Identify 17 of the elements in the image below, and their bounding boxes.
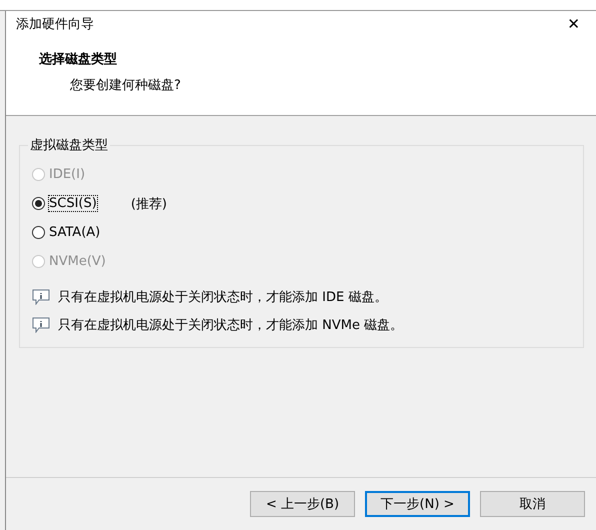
- window-title: 添加硬件向导: [16, 16, 94, 32]
- page-title: 选择磁盘类型: [39, 51, 118, 68]
- info-icon: [32, 317, 50, 333]
- radio-button[interactable]: [32, 226, 45, 239]
- wizard-button[interactable]: 取消: [480, 491, 585, 517]
- radio-label[interactable]: SCSI(S): [49, 196, 97, 211]
- info-text: 只有在虚拟机电源处于关闭状态时，才能添加 IDE 磁盘。: [58, 289, 388, 306]
- info-icon: [32, 289, 50, 305]
- page-subtitle: 您要创建何种磁盘?: [69, 77, 182, 94]
- group-title: 虚拟磁盘类型: [29, 137, 109, 154]
- info-text: 只有在虚拟机电源处于关闭状态时，才能添加 NVMe 磁盘。: [58, 317, 404, 334]
- close-button[interactable]: ✕: [563, 14, 584, 32]
- radio-label[interactable]: SATA(A): [49, 225, 100, 240]
- recommended-note: (推荐): [130, 196, 167, 212]
- radio-button[interactable]: [32, 197, 45, 210]
- wizard-button[interactable]: 下一步(N) >: [365, 491, 470, 517]
- wizard-button[interactable]: < 上一步(B): [250, 491, 355, 517]
